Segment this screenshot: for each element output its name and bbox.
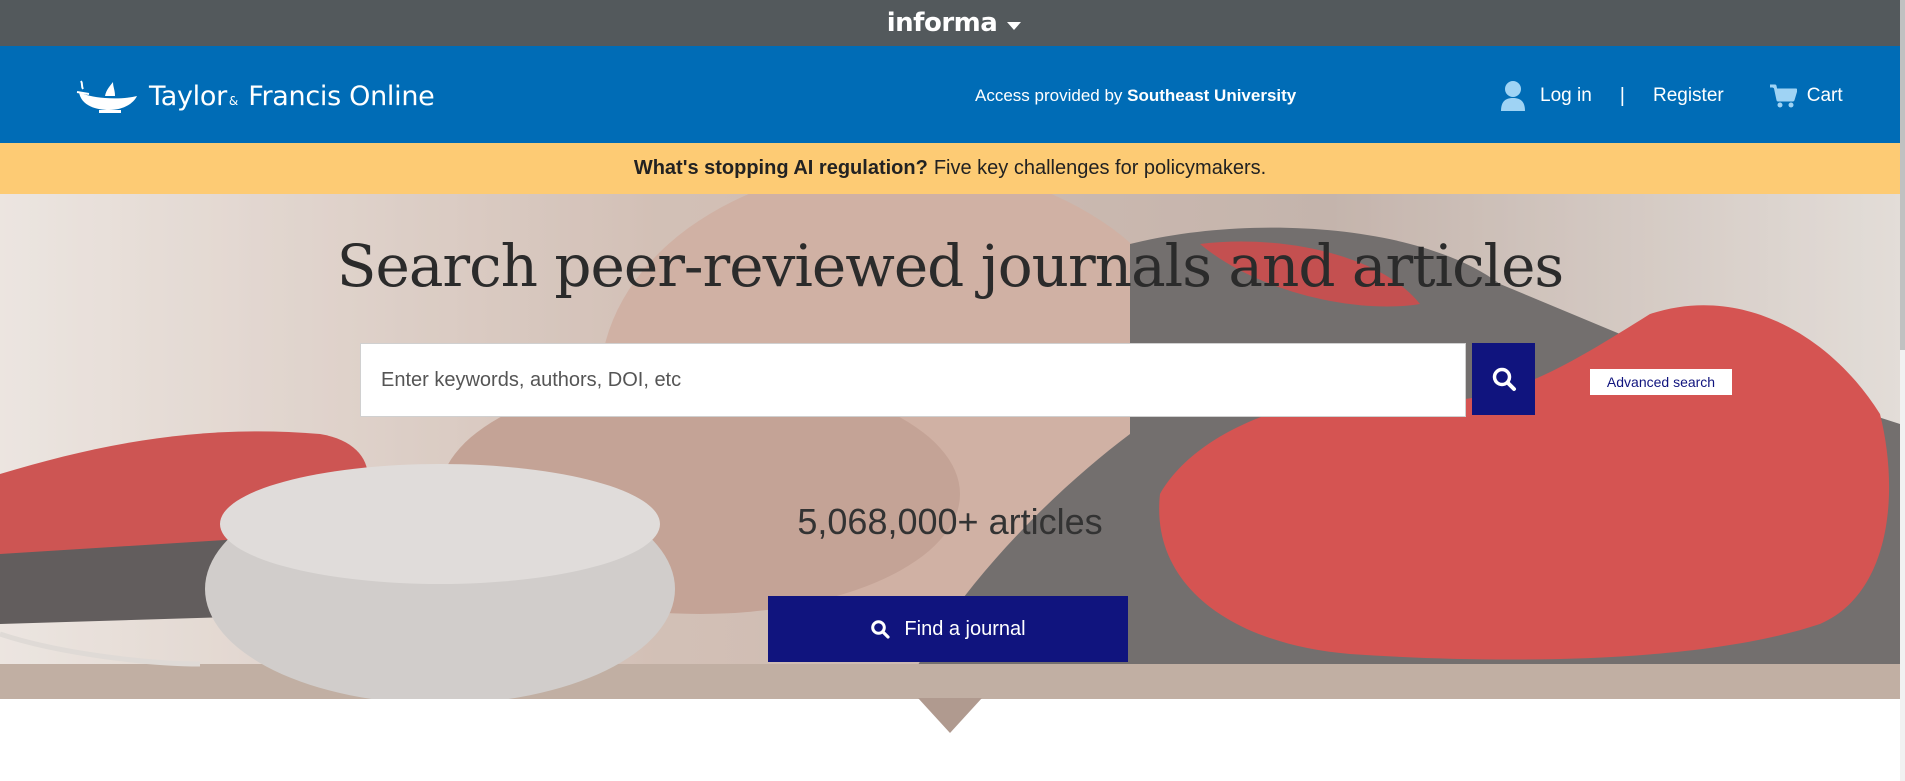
hero-section: Search peer-reviewed journals and articl… — [0, 194, 1900, 699]
nav-separator: | — [1619, 84, 1625, 107]
cart-link[interactable]: Cart — [1769, 84, 1843, 108]
search-icon — [871, 620, 891, 639]
informa-logo: informa — [886, 8, 998, 38]
user-nav: Log in | Register Cart — [1500, 78, 1843, 114]
access-prefix: Access provided by — [975, 86, 1123, 105]
page-scrollbar-thumb[interactable] — [1900, 0, 1905, 350]
cart-icon — [1769, 84, 1797, 108]
informa-menu[interactable]: informa — [887, 8, 1022, 38]
announcement-text: Five key challenges for policymakers. — [933, 157, 1267, 179]
register-link[interactable]: Register — [1653, 85, 1724, 107]
user-icon — [1501, 81, 1525, 111]
announcement-banner[interactable]: What's stopping AI regulation? Five key … — [0, 143, 1900, 194]
search-icon — [1492, 367, 1516, 391]
login-label: Log in — [1540, 85, 1592, 106]
article-count: 5,068,000+ articles — [797, 501, 1103, 542]
search-button[interactable] — [1472, 343, 1535, 415]
brand-name: Taylor & Francis Online — [149, 80, 435, 112]
login-link[interactable]: Log in — [1500, 80, 1592, 112]
access-institution: Southeast University — [1127, 86, 1297, 105]
hero-title: Search peer-reviewed journals and articl… — [336, 232, 1564, 300]
taylor-francis-lamp-icon — [76, 80, 137, 113]
search-input[interactable] — [360, 343, 1466, 417]
find-journal-label: Find a journal — [904, 617, 1026, 640]
hero-pointer-arrow — [918, 698, 982, 733]
site-header: Taylor & Francis Online Access provided b… — [0, 46, 1900, 143]
announcement-title: What's stopping AI regulation? — [633, 157, 928, 179]
cart-label: Cart — [1806, 85, 1843, 106]
advanced-search-link[interactable]: Advanced search — [1590, 369, 1732, 395]
find-journal-button[interactable]: Find a journal — [768, 596, 1128, 662]
informa-bar: informa — [0, 0, 1900, 46]
informa-caret-icon — [1007, 22, 1022, 30]
access-provided-text: Access provided by Southeast University — [975, 86, 1296, 106]
brand-logo-link[interactable]: Taylor & Francis Online — [75, 78, 435, 114]
